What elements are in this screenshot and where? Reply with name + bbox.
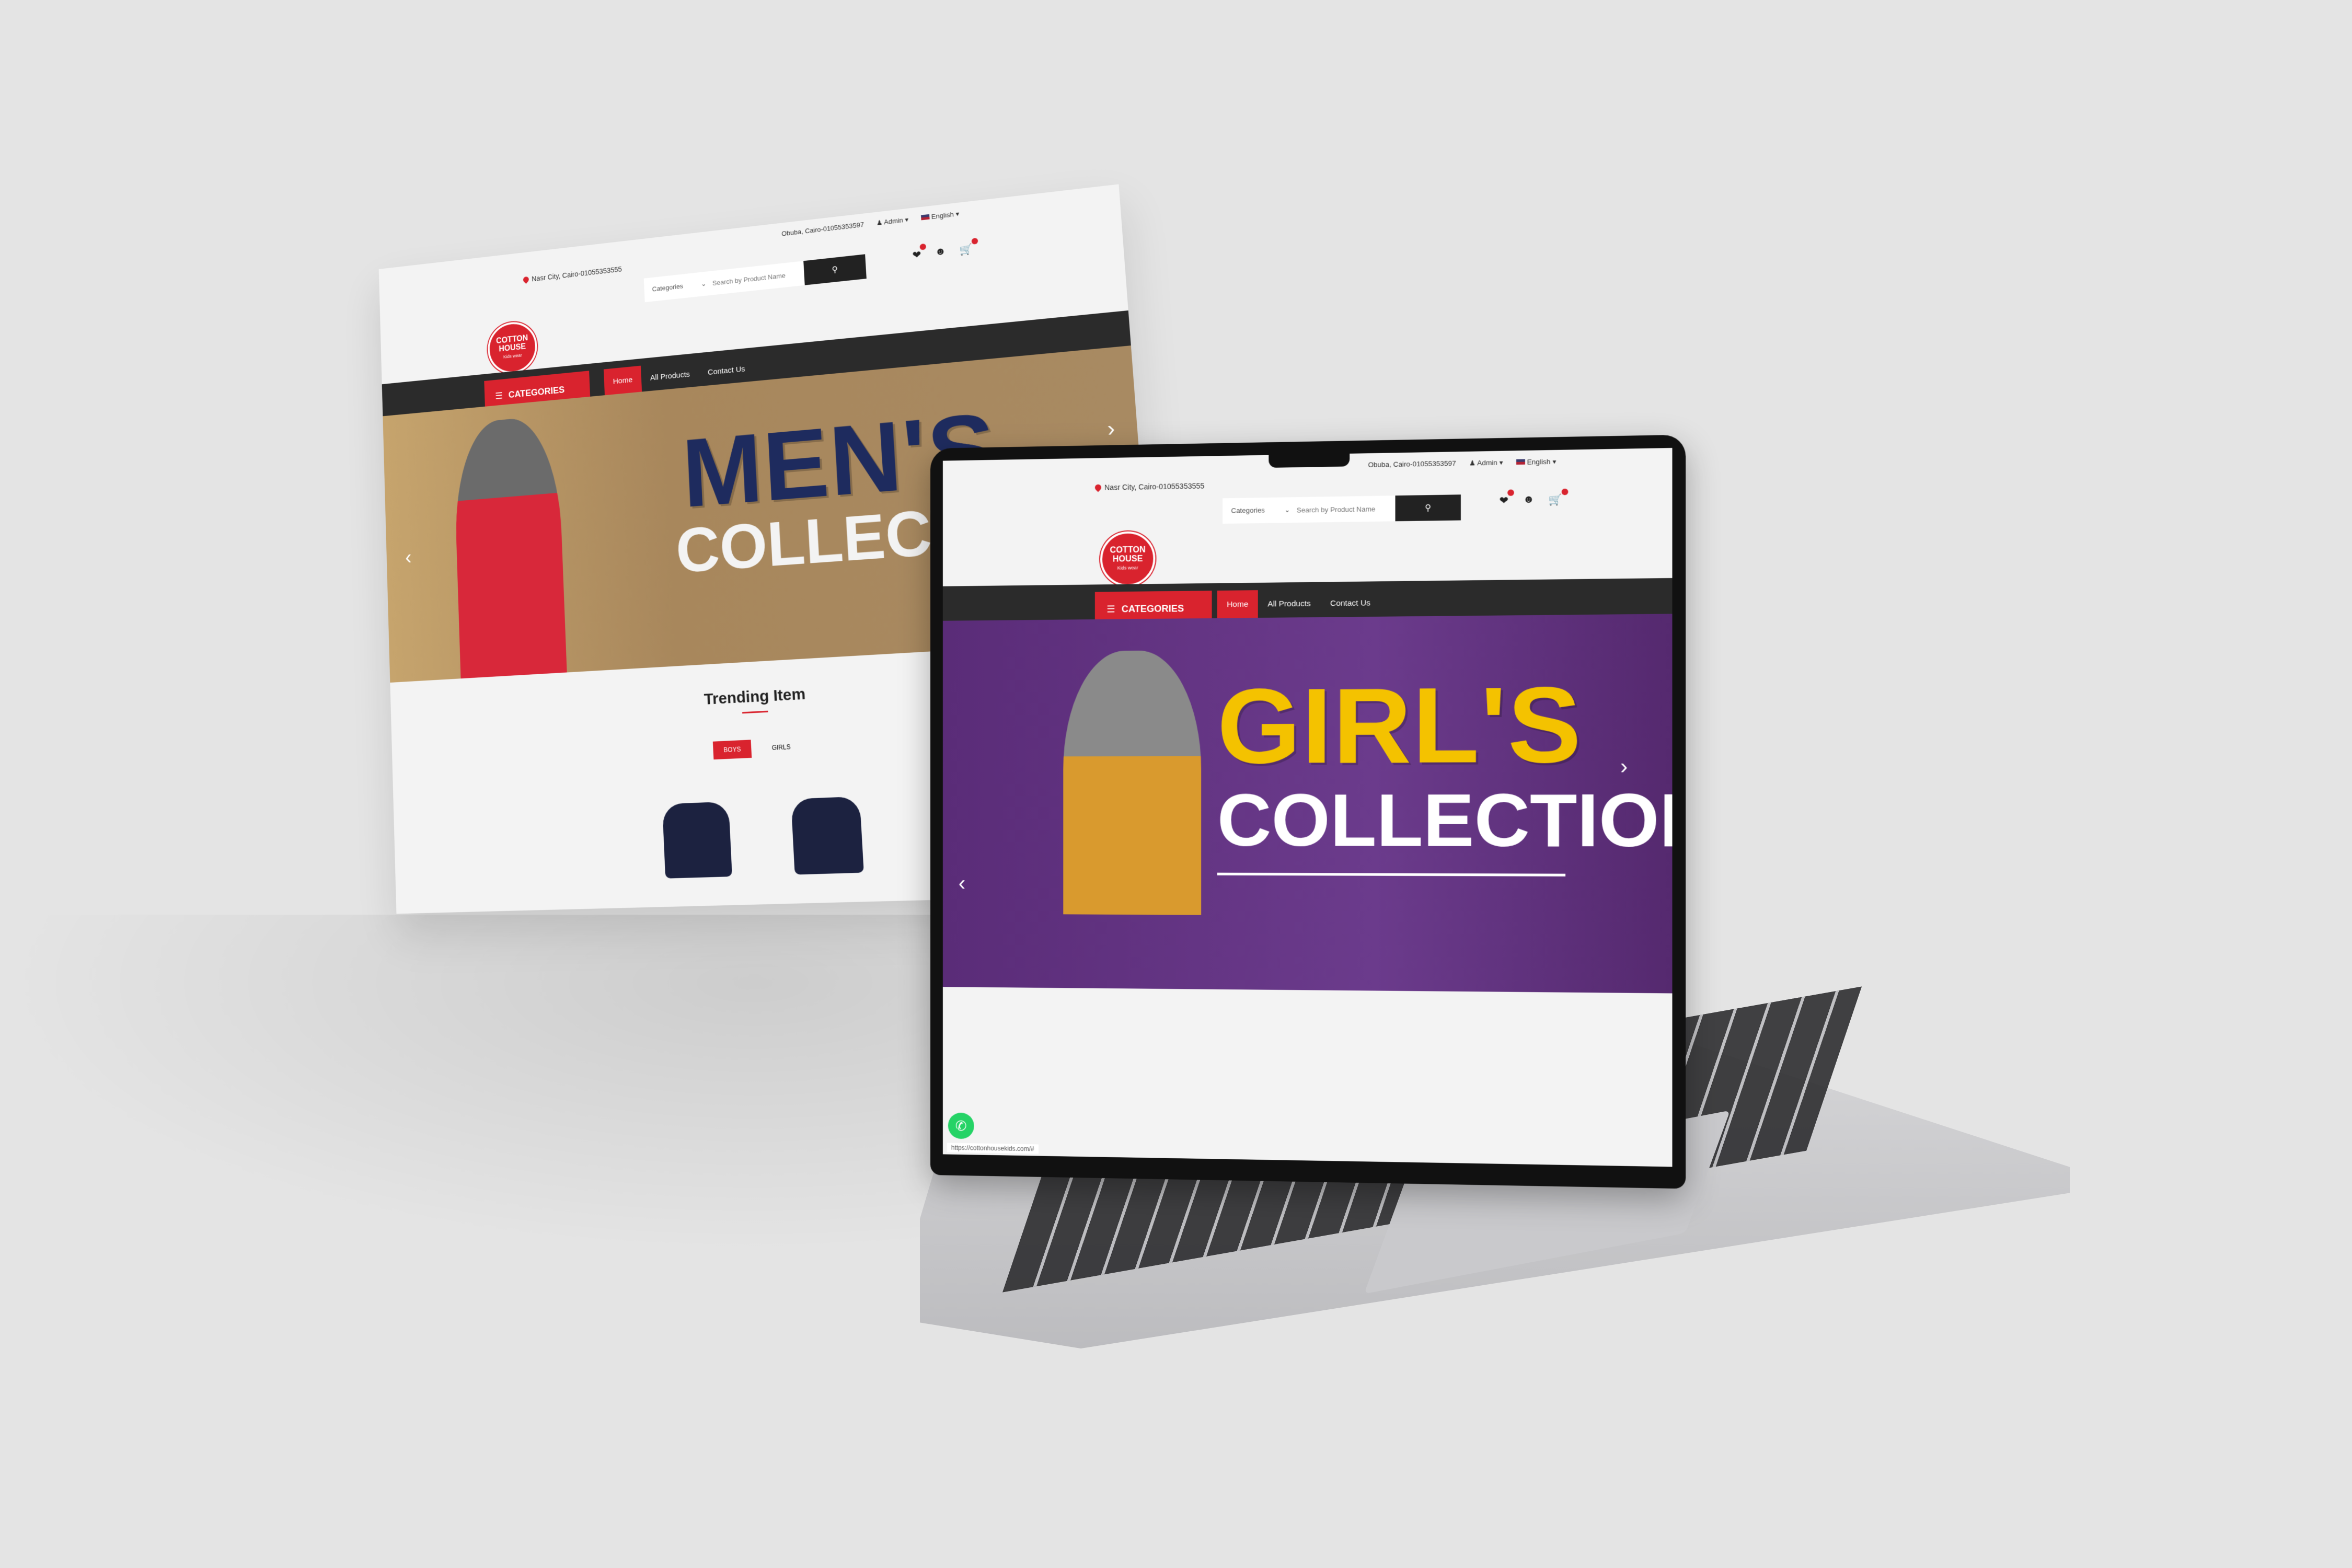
tab-boys[interactable]: BOYS (713, 740, 752, 759)
chevron-down-icon: ⌄ (701, 280, 707, 288)
search-button[interactable]: ⚲ (1396, 494, 1461, 521)
hero-subtitle: COLLECTION (1217, 776, 1673, 864)
categories-label: CATEGORIES (508, 384, 564, 400)
hero-model-image (453, 414, 567, 683)
camera-notch (1269, 451, 1350, 468)
search-input[interactable] (1296, 504, 1396, 514)
hero-title: GIRL'S (1217, 663, 1583, 788)
location-pin-icon (1093, 483, 1102, 492)
language-menu[interactable]: English ▾ (1516, 457, 1556, 467)
category-select-label: Categories (1231, 506, 1265, 515)
section-title-underline (742, 711, 768, 714)
address-right: Obuba, Cairo-01055353597 (781, 221, 864, 238)
nav-home[interactable]: Home (604, 366, 642, 396)
account-menu[interactable]: ♟ Admin ▾ (876, 215, 908, 227)
tab-girls[interactable]: GIRLS (761, 737, 802, 757)
hero-banner: GIRL'S COLLECTION ‹ › (943, 614, 1673, 993)
cart-icon[interactable]: 🛒 (1549, 493, 1562, 506)
laptop-screen: Nasr City, Cairo-01055353555 Obuba, Cair… (930, 435, 1686, 1189)
user-icon[interactable]: ☻ (1523, 493, 1534, 507)
user-icon[interactable]: ☻ (935, 245, 947, 259)
topbar-right: Obuba, Cairo-01055353597 ♟ Admin ▾ Engli… (1368, 457, 1557, 469)
chevron-right-icon[interactable]: › (1106, 417, 1116, 442)
location: Nasr City, Cairo-01055353555 (1095, 481, 1204, 492)
product-image[interactable] (791, 797, 864, 875)
chevron-right-icon[interactable]: › (1620, 755, 1628, 779)
hero-model-image (1063, 650, 1201, 915)
location-text: Nasr City, Cairo-01055353555 (1104, 481, 1204, 491)
site-page: Nasr City, Cairo-01055353555 Obuba, Cair… (943, 448, 1673, 994)
flag-icon (1516, 459, 1525, 465)
account-label: Admin (884, 216, 904, 226)
hero-underline (1217, 873, 1565, 877)
nav-contact-us[interactable]: Contact Us (1320, 589, 1380, 617)
status-url: https://cottonhousekids.com/# (947, 1143, 1039, 1154)
heart-icon[interactable]: ❤ (912, 248, 921, 262)
language-menu[interactable]: English ▾ (921, 210, 960, 222)
account-label: Admin (1477, 458, 1497, 467)
flag-icon (921, 214, 930, 221)
search-icon: ⚲ (832, 264, 838, 275)
topbar-right: Obuba, Cairo-01055353597 ♟ Admin ▾ Engli… (781, 210, 960, 238)
address-right: Obuba, Cairo-01055353597 (1368, 459, 1456, 469)
nav-all-products[interactable]: All Products (1258, 590, 1321, 618)
chevron-left-icon[interactable]: ‹ (405, 546, 412, 569)
location: Nasr City, Cairo-01055353555 (523, 265, 622, 284)
header-icons: ❤ ☻ 🛒 (912, 243, 974, 262)
chevron-left-icon[interactable]: ‹ (959, 872, 965, 895)
logo-line2: HOUSE (1102, 554, 1153, 563)
header: Categories ⌄ ⚲ ❤ ☻ 🛒 COTTON HOUSE Kids we… (943, 491, 1673, 576)
whatsapp-icon[interactable]: ✆ (948, 1113, 974, 1139)
search-input[interactable] (711, 269, 804, 287)
chevron-down-icon: ⌄ (1284, 506, 1290, 514)
search-icon: ⚲ (1425, 502, 1431, 513)
heart-icon[interactable]: ❤ (1499, 494, 1508, 508)
menu-icon: ☰ (1106, 604, 1115, 615)
category-select[interactable]: Categories ⌄ (644, 279, 711, 294)
header-icons: ❤ ☻ 🛒 (1499, 493, 1562, 508)
logo[interactable]: COTTON HOUSE Kids wear (487, 320, 538, 376)
logo-line1: COTTON (1102, 545, 1153, 555)
product-image[interactable] (662, 801, 732, 878)
language-label: English (1527, 458, 1551, 466)
language-label: English (931, 211, 954, 221)
cart-icon[interactable]: 🛒 (959, 243, 973, 257)
logo[interactable]: COTTON HOUSE Kids wear (1100, 531, 1155, 586)
search-bar: Categories ⌄ ⚲ (1223, 494, 1461, 524)
category-select[interactable]: Categories ⌄ (1223, 505, 1296, 515)
logo-sub: Kids wear (1102, 563, 1153, 572)
categories-label: CATEGORIES (1122, 603, 1184, 614)
account-menu[interactable]: ♟ Admin ▾ (1469, 458, 1503, 468)
nav-links: Home All Products Contact Us (1217, 589, 1380, 618)
menu-icon: ☰ (495, 390, 503, 401)
nav-home[interactable]: Home (1217, 590, 1258, 618)
laptop-display: Nasr City, Cairo-01055353555 Obuba, Cair… (943, 448, 1673, 1167)
location-text: Nasr City, Cairo-01055353555 (532, 265, 622, 283)
location-pin-icon (522, 275, 530, 284)
category-select-label: Categories (652, 282, 683, 294)
